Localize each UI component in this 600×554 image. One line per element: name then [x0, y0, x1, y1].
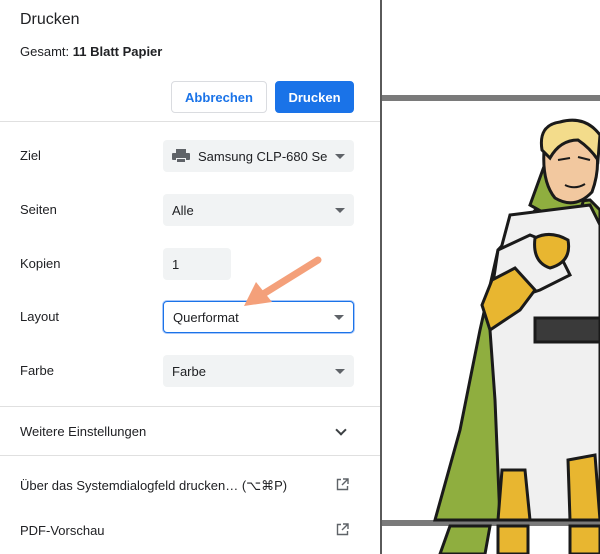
copies-input[interactable]: 1: [163, 248, 231, 280]
pages-label: Seiten: [20, 202, 57, 217]
divider: [0, 121, 380, 122]
annotation-arrow: [244, 256, 322, 306]
pdf-preview-label: PDF-Vorschau: [20, 523, 105, 538]
system-dialog-link[interactable]: Über das Systemdialogfeld drucken… (⌥⌘P): [0, 466, 380, 506]
print-preview: [380, 0, 600, 554]
chevron-down-icon: [335, 368, 345, 374]
chevron-down-icon: [335, 207, 345, 213]
destination-value: Samsung CLP-680 Ser: [198, 148, 327, 164]
system-dialog-label: Über das Systemdialogfeld drucken… (⌥⌘P): [20, 478, 288, 493]
chevron-down-icon: [334, 314, 344, 320]
total-prefix: Gesamt:: [20, 44, 73, 59]
pages-select[interactable]: Alle: [163, 194, 354, 226]
copies-label: Kopien: [20, 256, 61, 271]
divider: [0, 455, 380, 456]
destination-select[interactable]: Samsung CLP-680 Ser: [163, 140, 354, 172]
hero-illustration: [382, 95, 600, 554]
dialog-title: Drucken: [20, 11, 80, 28]
more-settings-label: Weitere Einstellungen: [20, 424, 147, 439]
printer-icon: [172, 149, 190, 163]
layout-label: Layout: [20, 309, 60, 324]
destination-label: Ziel: [20, 148, 41, 163]
color-select[interactable]: Farbe: [163, 355, 354, 387]
cancel-button[interactable]: Abbrechen: [171, 81, 267, 113]
chevron-down-icon: [335, 424, 347, 436]
external-link-icon: [336, 523, 349, 536]
chevron-down-icon: [335, 153, 345, 159]
total-value: 11 Blatt Papier: [72, 44, 163, 59]
color-label: Farbe: [20, 363, 54, 378]
print-dialog-panel: Drucken Gesamt: 11 Blatt Papier Abbreche…: [0, 0, 380, 554]
external-link-icon: [336, 478, 349, 491]
page-total: Gesamt: 11 Blatt Papier: [20, 44, 162, 59]
pdf-preview-link[interactable]: PDF-Vorschau: [0, 511, 380, 551]
more-settings-toggle[interactable]: Weitere Einstellungen: [0, 406, 380, 456]
print-button[interactable]: Drucken: [275, 81, 354, 113]
color-value: Farbe: [172, 363, 206, 379]
pages-value: Alle: [172, 202, 194, 218]
